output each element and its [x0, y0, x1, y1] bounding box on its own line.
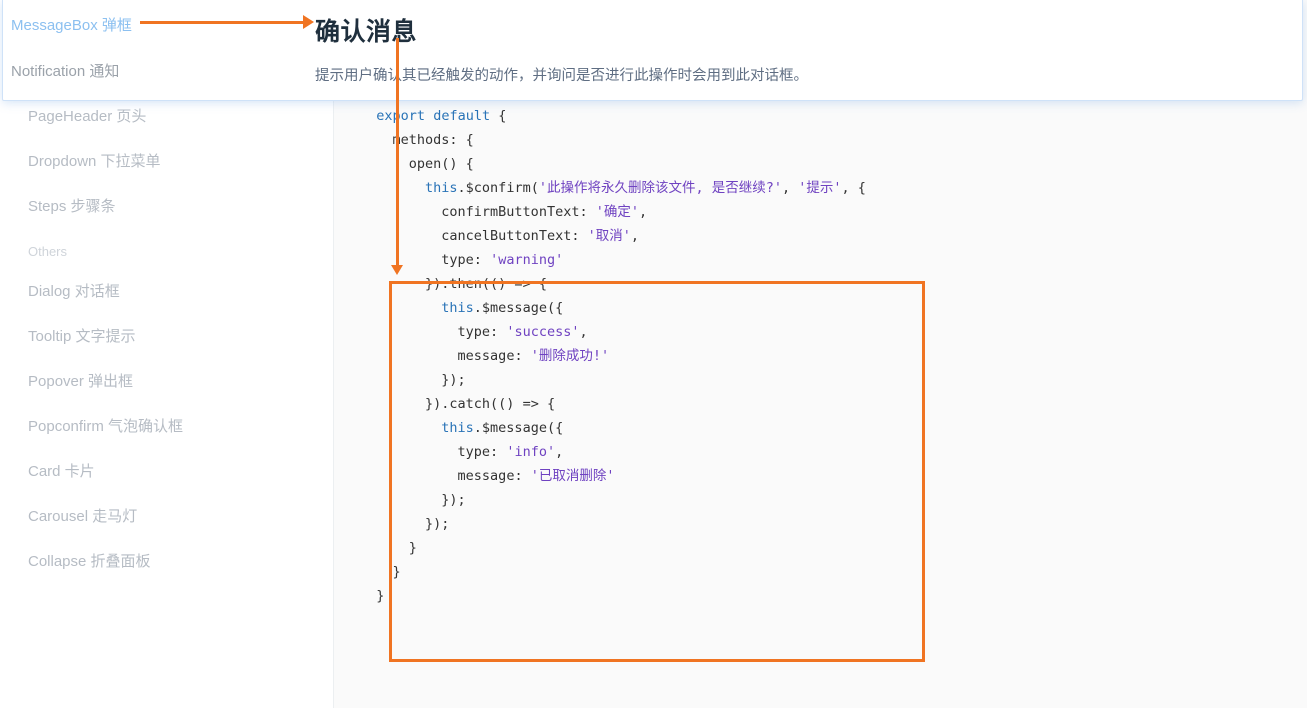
code-token: , — [630, 228, 639, 244]
code-token: cancelButtonText: — [441, 228, 588, 244]
code-token: confirmButtonText: — [441, 204, 596, 220]
sidebar-group-title: Others — [28, 244, 68, 259]
code-token: .$message({ — [473, 300, 564, 316]
code-line: export default { — [360, 108, 506, 124]
overlay-nav-column: MessageBox 弹框 Notification 通知 — [3, 0, 303, 100]
code-line: }); — [360, 516, 449, 532]
sidebar-item-7[interactable]: Tooltip 文字提示 — [0, 314, 333, 359]
sidebar-item-9[interactable]: Popconfirm 气泡确认框 — [0, 404, 333, 449]
code-line: type: 'warning' — [360, 252, 563, 268]
code-token: , { — [841, 180, 866, 196]
code-line: } — [360, 540, 417, 556]
code-line: }).then(() => { — [360, 276, 547, 292]
code-line: confirmButtonText: '确定', — [360, 204, 647, 220]
code-token: '删除成功!' — [530, 348, 610, 364]
code-token: }).then(() => { — [425, 276, 547, 292]
code-token: this — [441, 420, 474, 436]
sidebar-item-8[interactable]: Popover 弹出框 — [0, 359, 333, 404]
code-line: cancelButtonText: '取消', — [360, 228, 639, 244]
code-line: }); — [360, 372, 466, 388]
code-line: }).catch(() => { — [360, 396, 555, 412]
code-token: , — [781, 180, 799, 196]
code-line: type: 'success', — [360, 324, 588, 340]
code-token: , — [555, 444, 564, 460]
code-token: '提示' — [798, 180, 842, 196]
code-line: message: '已取消删除' — [360, 468, 615, 484]
app-root: Tabs 标签页Breadcrumb 面包屑PageHeader 页头Dropd… — [0, 0, 1307, 708]
code-token: '已取消删除' — [530, 468, 615, 484]
code-token: }); — [441, 492, 466, 508]
code-token: message: — [457, 468, 531, 484]
code-token: }); — [425, 516, 450, 532]
code-line: } — [360, 564, 401, 580]
code-token: export — [376, 108, 426, 124]
code-token: }); — [441, 372, 466, 388]
code-line: methods: { — [360, 132, 474, 148]
code-token: { — [490, 108, 507, 124]
code-token: methods: { — [392, 132, 474, 148]
code-token: 'warning' — [490, 252, 564, 268]
code-token: } — [392, 564, 401, 580]
code-line: }); — [360, 492, 466, 508]
code-token: .$message({ — [473, 420, 564, 436]
code-token: type: — [441, 252, 491, 268]
sidebar-item-12[interactable]: Collapse 折叠面板 — [0, 539, 333, 584]
code-token: default — [433, 108, 491, 124]
sidebar-item-messagebox[interactable]: MessageBox 弹框 — [11, 14, 132, 35]
sidebar-item-6[interactable]: Dialog 对话框 — [0, 269, 333, 314]
code-token: open() { — [408, 156, 474, 172]
sidebar-item-11[interactable]: Carousel 走马灯 — [0, 494, 333, 539]
page-title: 确认消息 — [315, 18, 418, 46]
code-line: open() { — [360, 156, 474, 172]
code-line: this.$confirm('此操作将永久删除该文件, 是否继续?', '提示'… — [360, 180, 866, 196]
sidebar-item-4[interactable]: Steps 步骤条 — [0, 184, 333, 229]
code-token: this — [425, 180, 458, 196]
code-line: this.$message({ — [360, 420, 563, 436]
sidebar-item-3[interactable]: Dropdown 下拉菜单 — [0, 139, 333, 184]
code-line: } — [360, 588, 384, 604]
code-token: }).catch(() => { — [425, 396, 556, 412]
code-token: } — [408, 540, 417, 556]
main-content: <el-button type="text" @click="open">点击打… — [334, 0, 1307, 708]
code-token: 'success' — [506, 324, 580, 340]
code-token: this — [441, 300, 474, 316]
code-token: '此操作将永久删除该文件, 是否继续?' — [538, 180, 782, 196]
code-token: } — [376, 588, 385, 604]
code-line: type: 'info', — [360, 444, 564, 460]
code-token: type: — [457, 324, 507, 340]
code-token: 'info' — [506, 444, 556, 460]
code-token: '取消' — [587, 228, 631, 244]
code-token: .$confirm( — [457, 180, 539, 196]
code-token: type: — [457, 444, 507, 460]
code-token: , — [579, 324, 588, 340]
overlay-panel: MessageBox 弹框 Notification 通知 确认消息 提示用户确… — [2, 0, 1303, 101]
code-token: , — [638, 204, 648, 220]
code-token: message: — [457, 348, 531, 364]
page-description: 提示用户确认其已经触发的动作，并询问是否进行此操作时会用到此对话框。 — [315, 68, 808, 84]
code-token: '确定' — [595, 204, 639, 220]
code-line: this.$message({ — [360, 300, 563, 316]
code-line: message: '删除成功!' — [360, 348, 610, 364]
sidebar-nav[interactable]: Tabs 标签页Breadcrumb 面包屑PageHeader 页头Dropd… — [0, 0, 334, 708]
documentation-page: Tabs 标签页Breadcrumb 面包屑PageHeader 页头Dropd… — [0, 0, 1307, 708]
sidebar-item-10[interactable]: Card 卡片 — [0, 449, 333, 494]
sidebar-item-notification[interactable]: Notification 通知 — [11, 60, 119, 81]
